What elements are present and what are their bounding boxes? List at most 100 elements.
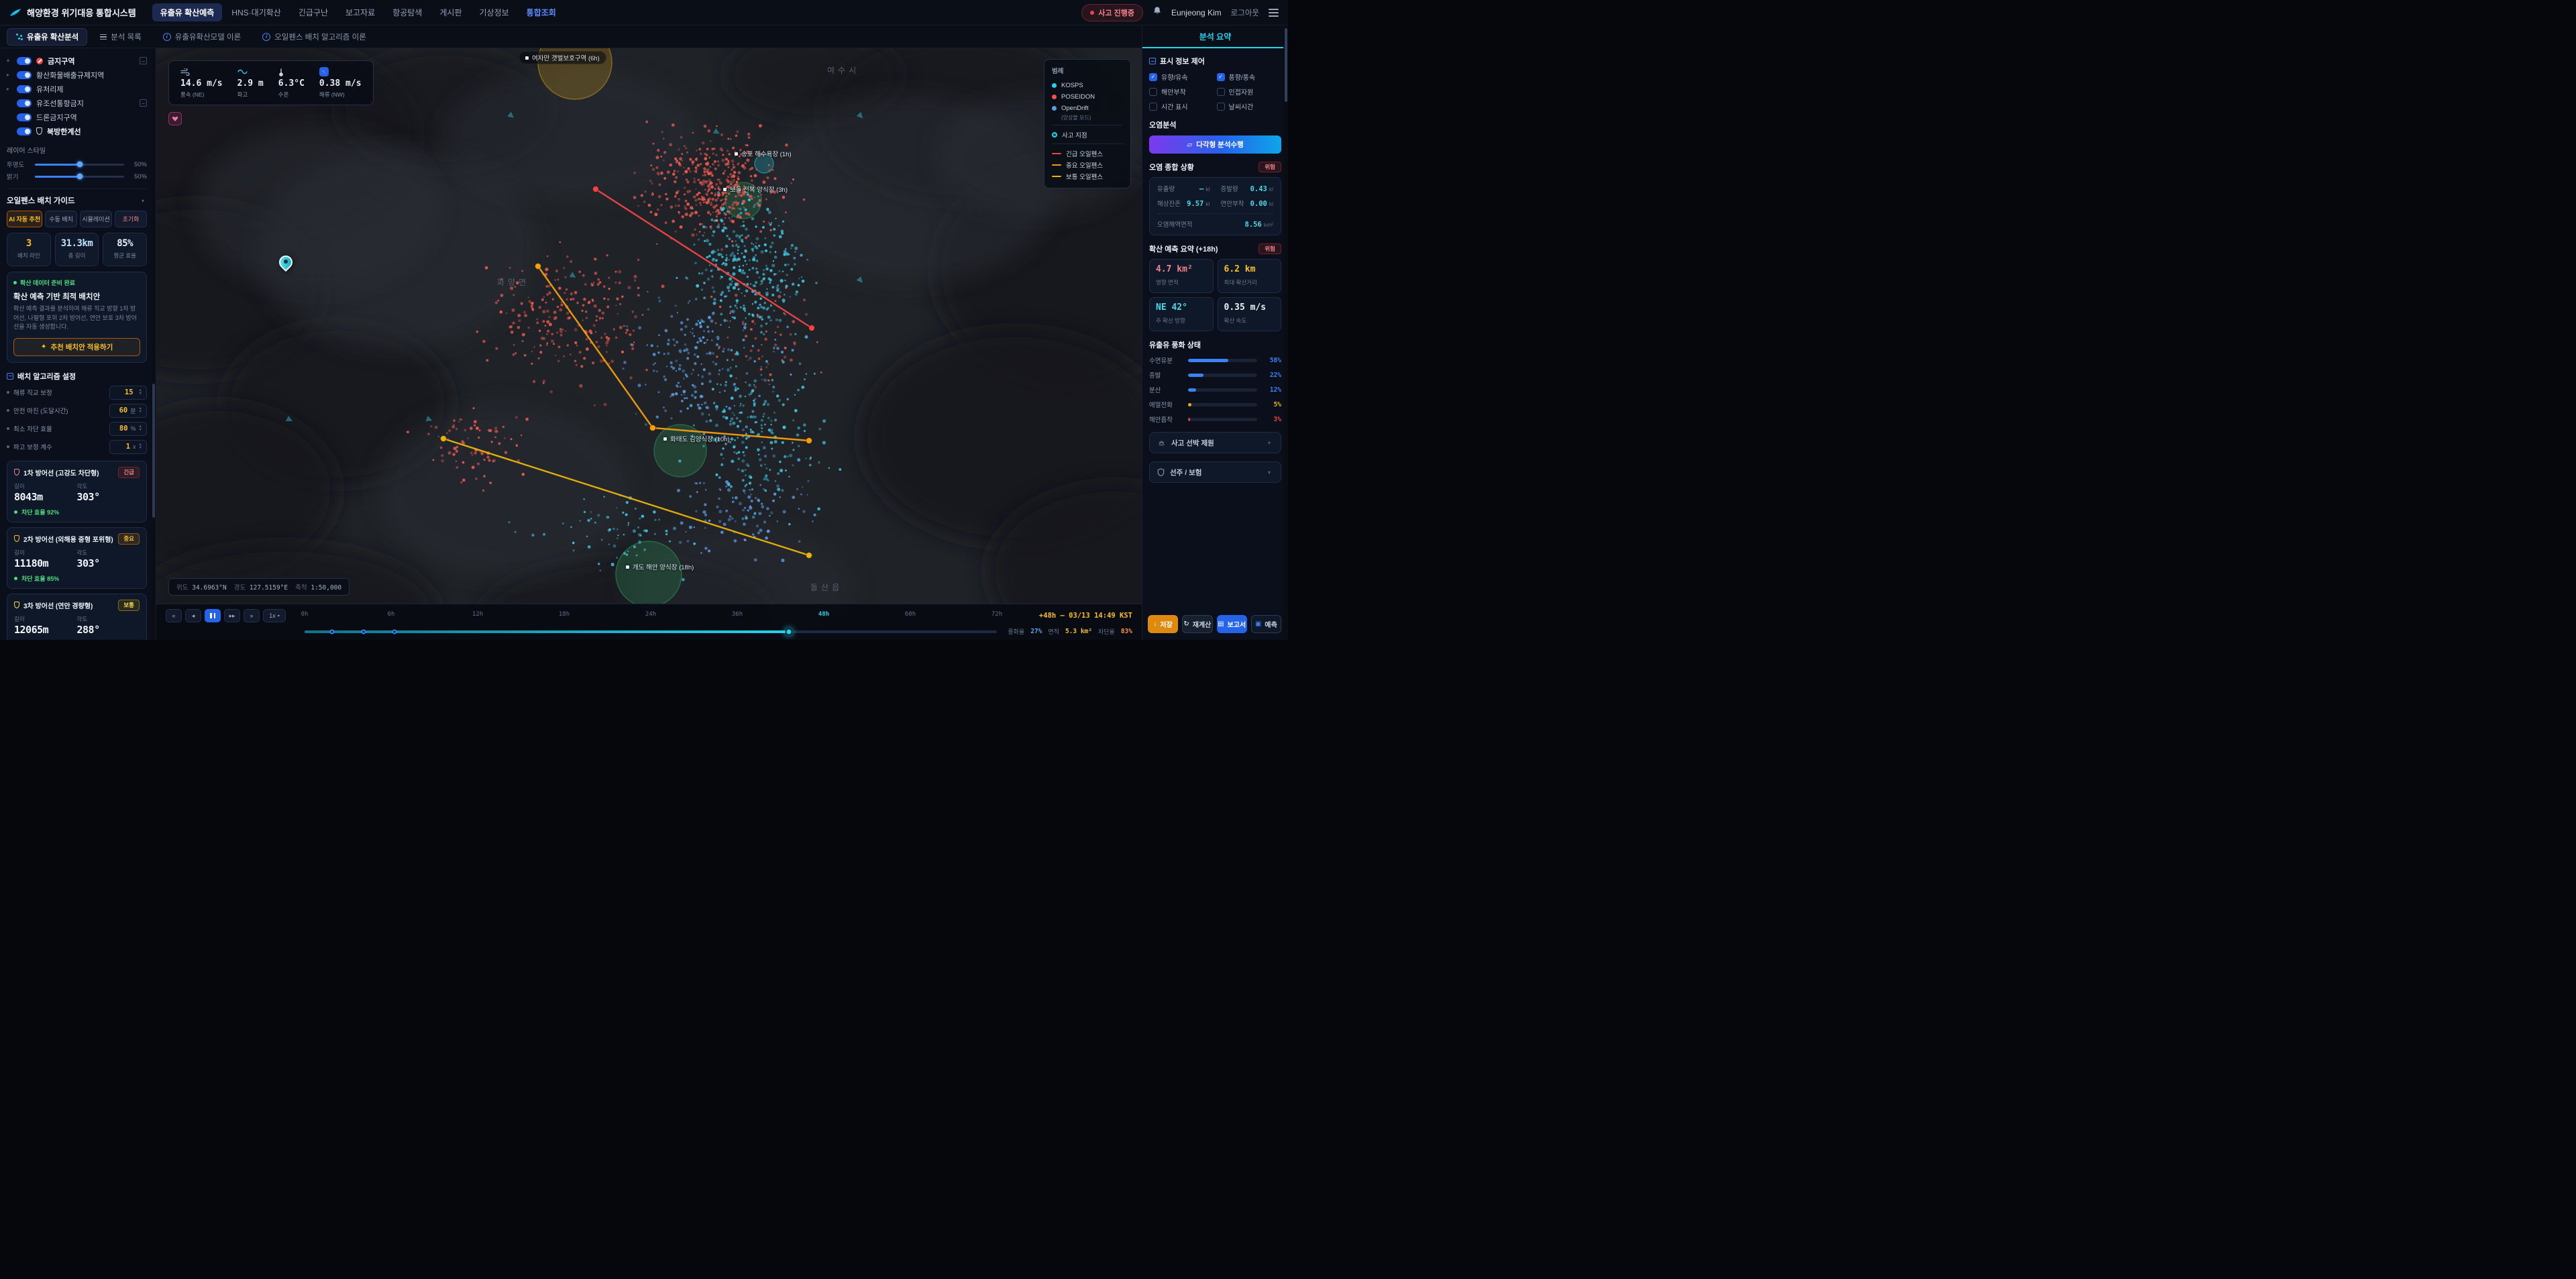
- recalculate-button[interactable]: ↻재계산: [1182, 615, 1212, 633]
- brightness-slider[interactable]: [35, 176, 124, 178]
- setting-input[interactable]: 1 x ▲▼: [109, 440, 147, 454]
- apply-recommendation-button[interactable]: ✦ 추천 배치안 적용하기: [13, 338, 140, 356]
- poi-label-yeojaman[interactable]: 여자만 갯벌보호구역 (6h): [519, 51, 606, 64]
- sidebar-scrollbar[interactable]: [152, 48, 155, 640]
- mode-manual-button[interactable]: 수동 배치: [45, 211, 77, 227]
- nav-item-rescue[interactable]: 긴급구난: [290, 3, 336, 21]
- nav-item-board[interactable]: 게시판: [431, 3, 470, 21]
- mode-reset-button[interactable]: 초기화: [115, 211, 147, 227]
- chevron-down-icon[interactable]: ▾: [7, 58, 12, 64]
- layer-toggle[interactable]: [17, 99, 32, 107]
- tab-spill-analysis[interactable]: 유출유 확산분석: [7, 28, 87, 46]
- stepper-icons[interactable]: ▲▼: [139, 389, 142, 396]
- layer-item-tanker-ban[interactable]: 유조선통항금지: [7, 96, 147, 110]
- checkbox-icon[interactable]: ✓: [1149, 88, 1157, 96]
- tab-boom-algorithm-theory[interactable]: i 오일펜스 배치 알고리즘 이론: [254, 28, 375, 46]
- poi-label-songpo-beach[interactable]: 송포 해수욕장 (1h): [735, 149, 792, 158]
- opacity-slider[interactable]: [35, 164, 124, 166]
- page-scrollbar[interactable]: [1283, 25, 1288, 640]
- fence-deploy-marker[interactable]: [392, 629, 397, 634]
- layer-toggle[interactable]: [17, 113, 32, 121]
- defense-line-2-card[interactable]: 2차 방어선 (외해용 중형 포위형) 중요 길이11180m 각도303° 차…: [7, 527, 147, 589]
- poi-label-gaedo-farm[interactable]: 개도 해안 양식장 (18h): [626, 562, 694, 571]
- slider-knob[interactable]: [76, 174, 83, 180]
- tab-analysis-summary[interactable]: 분석 요약: [1142, 25, 1288, 48]
- layer-toggle[interactable]: [17, 85, 32, 93]
- setting-input[interactable]: 15 ▲▼: [109, 386, 147, 400]
- layer-options-icon[interactable]: [140, 57, 147, 64]
- timeline-thumb[interactable]: [786, 628, 793, 635]
- stepper-icons[interactable]: ▲▼: [139, 407, 142, 414]
- layer-item-drone-ban[interactable]: 드론금지구역: [7, 110, 147, 124]
- nav-item-weather[interactable]: 기상정보: [471, 3, 517, 21]
- checkbox-icon[interactable]: ✓: [1149, 103, 1157, 111]
- scrollbar-thumb[interactable]: [1285, 28, 1287, 102]
- chevron-down-icon[interactable]: ▾: [1268, 440, 1273, 446]
- setting-input[interactable]: 80 % ▲▼: [109, 422, 147, 436]
- tab-analysis-list[interactable]: 분석 목록: [91, 28, 150, 46]
- chevron-down-icon[interactable]: ▾: [1268, 469, 1273, 476]
- logout-button[interactable]: 로그아웃: [1231, 7, 1259, 18]
- owner-insurance-section[interactable]: 선주 / 보험 ▾: [1149, 461, 1281, 483]
- tab-model-theory[interactable]: i 유출유확산모델 이론: [154, 28, 250, 46]
- notification-bell-icon[interactable]: [1152, 6, 1162, 19]
- checkbox-icon[interactable]: ✓: [1217, 73, 1225, 81]
- stepper-icons[interactable]: ▲▼: [139, 425, 142, 432]
- predict-button[interactable]: ▣예측: [1251, 615, 1281, 633]
- user-name[interactable]: Eunjeong Kim: [1171, 8, 1222, 17]
- nav-item-aerial[interactable]: 항공탐색: [384, 3, 430, 21]
- poi-label-bodol-farm[interactable]: 보돌 전복 양식장 (3h): [723, 184, 788, 194]
- slider-knob[interactable]: [76, 162, 83, 168]
- fence-deploy-marker[interactable]: [361, 629, 366, 634]
- mode-ai-recommend-button[interactable]: AI 자동 추천: [7, 211, 42, 227]
- defense-line-3-card[interactable]: 3차 방어선 (연안 경량형) 보통 길이12065m 각도288° 차단 효율…: [7, 594, 147, 641]
- nav-item-hns[interactable]: HNS·대기확산: [223, 3, 289, 21]
- map-canvas[interactable]: 여자만 갯벌보호구역 (6h) 송포 해수욕장 (1h) 보돌 전복 양식장 (…: [156, 48, 1142, 640]
- polygon-analysis-button[interactable]: ▱ 다각형 분석수행: [1149, 135, 1281, 154]
- skip-end-button[interactable]: »: [244, 609, 260, 622]
- nav-item-integrated-search[interactable]: 통합조회: [519, 3, 564, 21]
- layer-toggle[interactable]: [17, 57, 32, 65]
- layer-settings-icon[interactable]: [140, 99, 147, 107]
- stepper-icons[interactable]: ▲▼: [139, 443, 142, 450]
- fast-forward-button[interactable]: ▸▸: [224, 609, 240, 622]
- report-button[interactable]: ▤보고서: [1217, 615, 1247, 633]
- scrollbar-thumb[interactable]: [152, 384, 155, 518]
- accident-pin[interactable]: [279, 256, 292, 273]
- pause-button[interactable]: [205, 609, 221, 622]
- layer-item-restricted-zone[interactable]: ▾ 금지구역: [7, 54, 147, 68]
- layer-toggle[interactable]: [17, 71, 32, 79]
- checkbox-icon[interactable]: ✓: [1217, 88, 1225, 96]
- layer-item-sox-zone[interactable]: ▸ 황산화물배출규제지역: [7, 68, 147, 82]
- fence-deploy-marker[interactable]: [330, 629, 335, 634]
- marine-life-layer-button[interactable]: [168, 112, 182, 125]
- defense-line-1-card[interactable]: 1차 방어선 (고강도 차단형) 긴급 길이8043m 각도303° 차단 효율…: [7, 461, 147, 522]
- nav-item-oil-spill[interactable]: 유출유 확산예측: [152, 3, 223, 21]
- setting-input[interactable]: 60 분 ▲▼: [109, 404, 147, 418]
- checkbox-icon[interactable]: ✓: [1217, 103, 1225, 111]
- boom-guide-header[interactable]: 오일펜스 배치 가이드 ▾: [7, 188, 147, 211]
- chevron-right-icon[interactable]: ▸: [7, 86, 12, 92]
- chevron-right-icon[interactable]: ▸: [7, 72, 12, 78]
- skip-start-button[interactable]: «: [166, 609, 182, 622]
- timeline-ruler[interactable]: 0h 6h 12h 18h 24h 36h 48h 60h 72h: [305, 609, 997, 622]
- chevron-down-icon[interactable]: ▾: [142, 198, 147, 204]
- ship-spec-section[interactable]: 사고 선박 제원 ▾: [1149, 432, 1281, 453]
- speed-select[interactable]: 1x▾: [263, 609, 286, 622]
- step-back-button[interactable]: ◂: [185, 609, 201, 622]
- layer-item-nll[interactable]: 북방한계선: [7, 124, 147, 138]
- option-nearby-resources[interactable]: ✓ 인접자원: [1217, 87, 1282, 97]
- incident-status-badge[interactable]: 사고 진행중: [1081, 4, 1143, 21]
- layer-toggle[interactable]: [17, 127, 32, 135]
- checkbox-icon[interactable]: ✓: [1149, 73, 1157, 81]
- save-button[interactable]: ↓저장: [1148, 615, 1178, 633]
- layer-item-dispersant[interactable]: ▸ 유처리제: [7, 82, 147, 96]
- menu-icon[interactable]: [1269, 9, 1279, 17]
- option-wind-vector[interactable]: ✓ 풍향/풍속: [1217, 72, 1282, 82]
- option-time-display[interactable]: ✓ 시간 표시: [1149, 101, 1214, 111]
- poi-label-hwataedo-farm[interactable]: 화태도 김양식장 (10h): [663, 434, 730, 443]
- mode-simulation-button[interactable]: 시뮬레이션: [80, 211, 112, 227]
- option-shoreline-attach[interactable]: ✓ 해안부착: [1149, 87, 1214, 97]
- option-weather-time[interactable]: ✓ 날씨시간: [1217, 101, 1282, 111]
- nav-item-reports[interactable]: 보고자료: [337, 3, 383, 21]
